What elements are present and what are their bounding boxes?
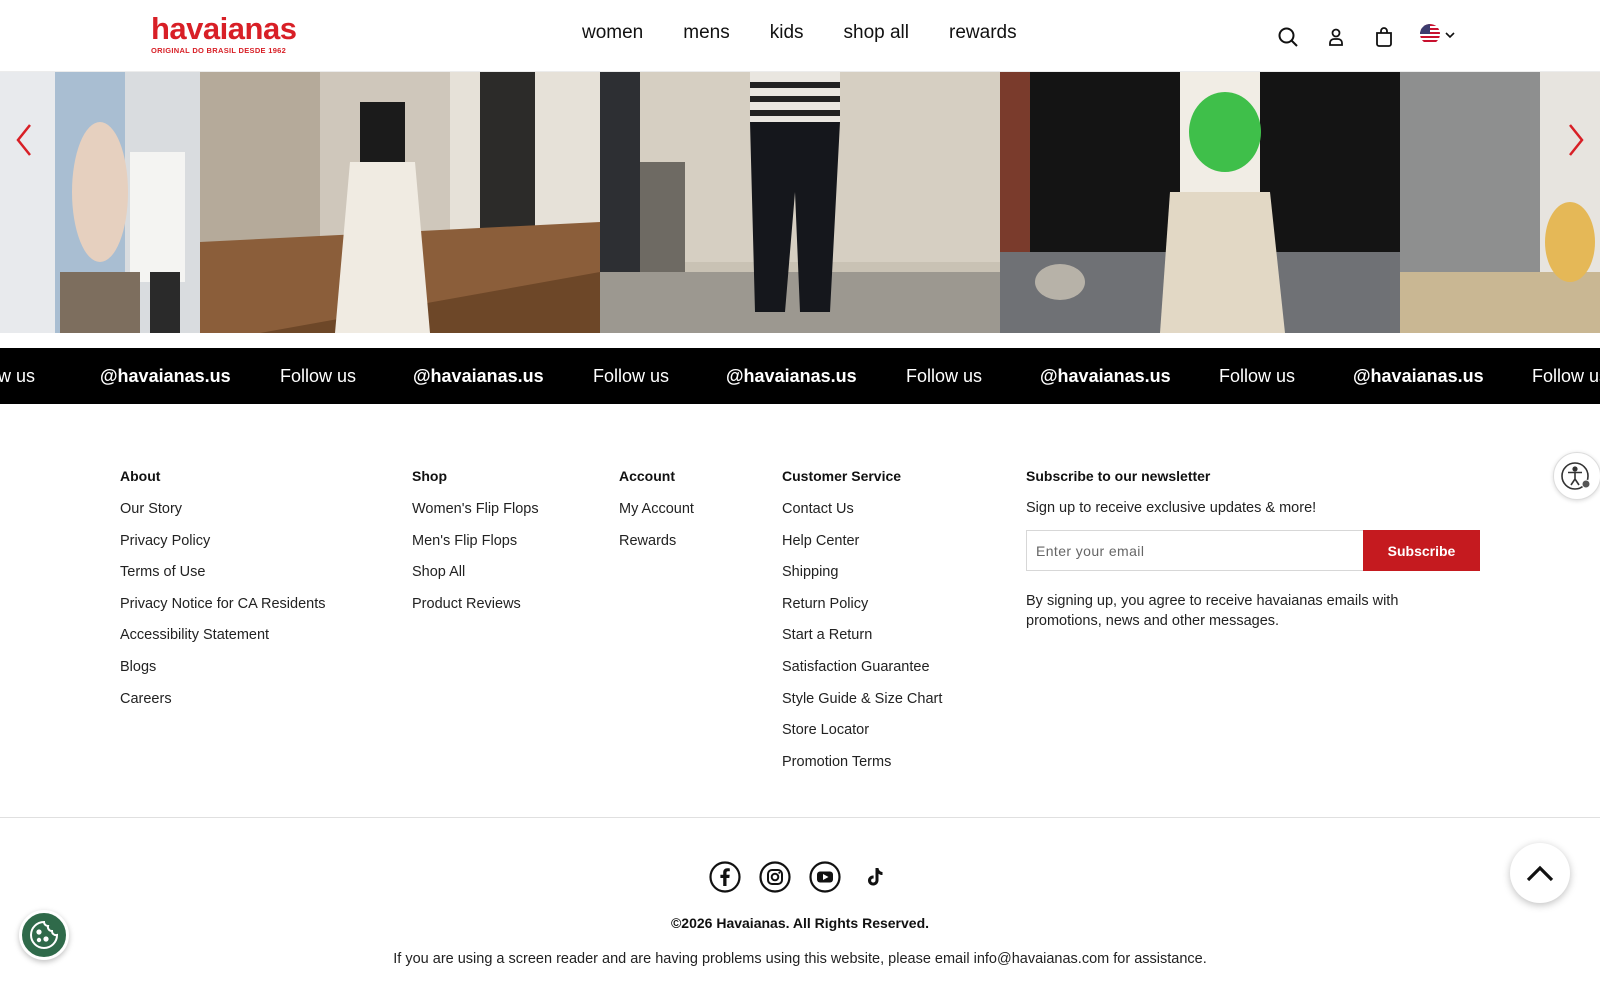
marquee-handle[interactable]: @havaianas.us (100, 366, 231, 387)
footer-link-shipping[interactable]: Shipping (782, 563, 942, 595)
copyright-text: ©2026 Havaianas. All Rights Reserved. (670, 915, 930, 931)
chevron-up-icon (1526, 865, 1554, 882)
us-flag-icon (1420, 24, 1440, 49)
screen-reader-note: If you are using a screen reader and are… (393, 951, 1207, 967)
footer-link-product-reviews[interactable]: Product Reviews (412, 595, 539, 627)
tiktok-icon[interactable] (859, 861, 891, 893)
instagram-photo-carousel (0, 72, 1600, 333)
footer-link-rewards[interactable]: Rewards (619, 532, 694, 564)
footer-link-ca-privacy[interactable]: Privacy Notice for CA Residents (120, 595, 326, 627)
newsletter-subtitle: Sign up to receive exclusive updates & m… (1026, 500, 1317, 516)
footer-heading-about: About (120, 468, 161, 484)
country-selector[interactable] (1420, 24, 1456, 49)
carousel-photo[interactable] (600, 72, 1000, 333)
account-icon[interactable] (1324, 25, 1348, 49)
header-icons (1276, 24, 1456, 49)
logo-tagline: ORIGINAL DO BRASIL DESDE 1962 (151, 46, 287, 55)
facebook-icon[interactable] (709, 861, 741, 893)
footer-link-store-locator[interactable]: Store Locator (782, 721, 942, 753)
cookie-icon (30, 920, 59, 949)
site-header: havaianas ORIGINAL DO BRASIL DESDE 1962 … (0, 0, 1600, 72)
marquee-handle[interactable]: @havaianas.us (413, 366, 544, 387)
footer-column-account: Account My Account Rewards (619, 468, 694, 563)
newsletter-signup: Subscribe to our newsletter Sign up to r… (1026, 468, 1481, 631)
footer-link-promotion-terms[interactable]: Promotion Terms (782, 753, 942, 785)
carousel-prev-button[interactable] (8, 115, 38, 165)
marquee-handle[interactable]: @havaianas.us (1353, 366, 1484, 387)
footer-link-return-policy[interactable]: Return Policy (782, 595, 942, 627)
footer-column-shop: Shop Women's Flip Flops Men's Flip Flops… (412, 468, 539, 626)
footer-link-terms[interactable]: Terms of Use (120, 563, 326, 595)
carousel-photo[interactable] (1000, 72, 1400, 333)
social-links (709, 861, 891, 893)
footer-link-mens-flip-flops[interactable]: Men's Flip Flops (412, 532, 539, 564)
back-to-top-button[interactable] (1510, 843, 1570, 903)
main-nav: women mens kids shop all rewards (582, 22, 1017, 44)
footer-heading-account: Account (619, 468, 675, 484)
footer-link-our-story[interactable]: Our Story (120, 500, 326, 532)
cookie-settings-button[interactable] (19, 910, 69, 960)
carousel-photo[interactable] (1400, 72, 1600, 333)
footer-heading-shop: Shop (412, 468, 447, 484)
carousel-photo[interactable] (200, 72, 600, 333)
marquee-item: Follow us (1219, 366, 1296, 386)
email-field[interactable] (1026, 530, 1363, 571)
nav-rewards[interactable]: rewards (949, 22, 1017, 44)
marquee-handle[interactable]: @havaianas.us (726, 366, 857, 387)
search-icon[interactable] (1276, 25, 1300, 49)
marquee-item: Follow us (280, 366, 357, 386)
newsletter-form: Subscribe (1026, 530, 1480, 571)
footer-column-about: About Our Story Privacy Policy Terms of … (120, 468, 326, 721)
nav-mens[interactable]: mens (683, 22, 729, 44)
subscribe-button[interactable]: Subscribe (1363, 530, 1480, 571)
footer-link-help-center[interactable]: Help Center (782, 532, 942, 564)
marquee-item: Follow us (906, 366, 983, 386)
footer-link-accessibility[interactable]: Accessibility Statement (120, 626, 326, 658)
footer-column-customer-service: Customer Service Contact Us Help Center … (782, 468, 942, 784)
marquee-item: w us (0, 366, 36, 386)
carousel-photo[interactable] (0, 72, 200, 333)
marquee-item: Follow us (593, 366, 670, 386)
nav-women[interactable]: women (582, 22, 643, 44)
chevron-down-icon (1444, 28, 1456, 46)
footer-heading-customer-service: Customer Service (782, 468, 902, 484)
accessibility-button[interactable] (1553, 452, 1600, 500)
footer-link-start-a-return[interactable]: Start a Return (782, 626, 942, 658)
youtube-icon[interactable] (809, 861, 841, 893)
footer-link-contact-us[interactable]: Contact Us (782, 500, 942, 532)
footer-link-shop-all[interactable]: Shop All (412, 563, 539, 595)
newsletter-legal-text: By signing up, you agree to receive hava… (1026, 593, 1399, 629)
newsletter-heading: Subscribe to our newsletter (1026, 468, 1211, 484)
footer-link-privacy-policy[interactable]: Privacy Policy (120, 532, 326, 564)
carousel-next-button[interactable] (1562, 115, 1592, 165)
accessibility-icon (1561, 462, 1591, 490)
nav-kids[interactable]: kids (770, 22, 804, 44)
footer-link-blogs[interactable]: Blogs (120, 658, 326, 690)
follow-us-marquee: w us @havaianas.us Follow us @havaianas.… (0, 348, 1600, 404)
bag-icon[interactable] (1372, 25, 1396, 49)
footer-link-size-chart[interactable]: Style Guide & Size Chart (782, 690, 942, 722)
logo-wordmark: havaianas (151, 11, 297, 46)
footer-link-careers[interactable]: Careers (120, 690, 326, 722)
marquee-handle[interactable]: @havaianas.us (1040, 366, 1171, 387)
havaianas-logo[interactable]: havaianas ORIGINAL DO BRASIL DESDE 1962 (151, 11, 297, 58)
footer-link-my-account[interactable]: My Account (619, 500, 694, 532)
footer-divider (0, 817, 1600, 818)
instagram-icon[interactable] (759, 861, 791, 893)
footer-link-womens-flip-flops[interactable]: Women's Flip Flops (412, 500, 539, 532)
footer-link-satisfaction-guarantee[interactable]: Satisfaction Guarantee (782, 658, 942, 690)
nav-shop-all[interactable]: shop all (844, 22, 910, 44)
marquee-item: Follow us (1532, 366, 1600, 386)
